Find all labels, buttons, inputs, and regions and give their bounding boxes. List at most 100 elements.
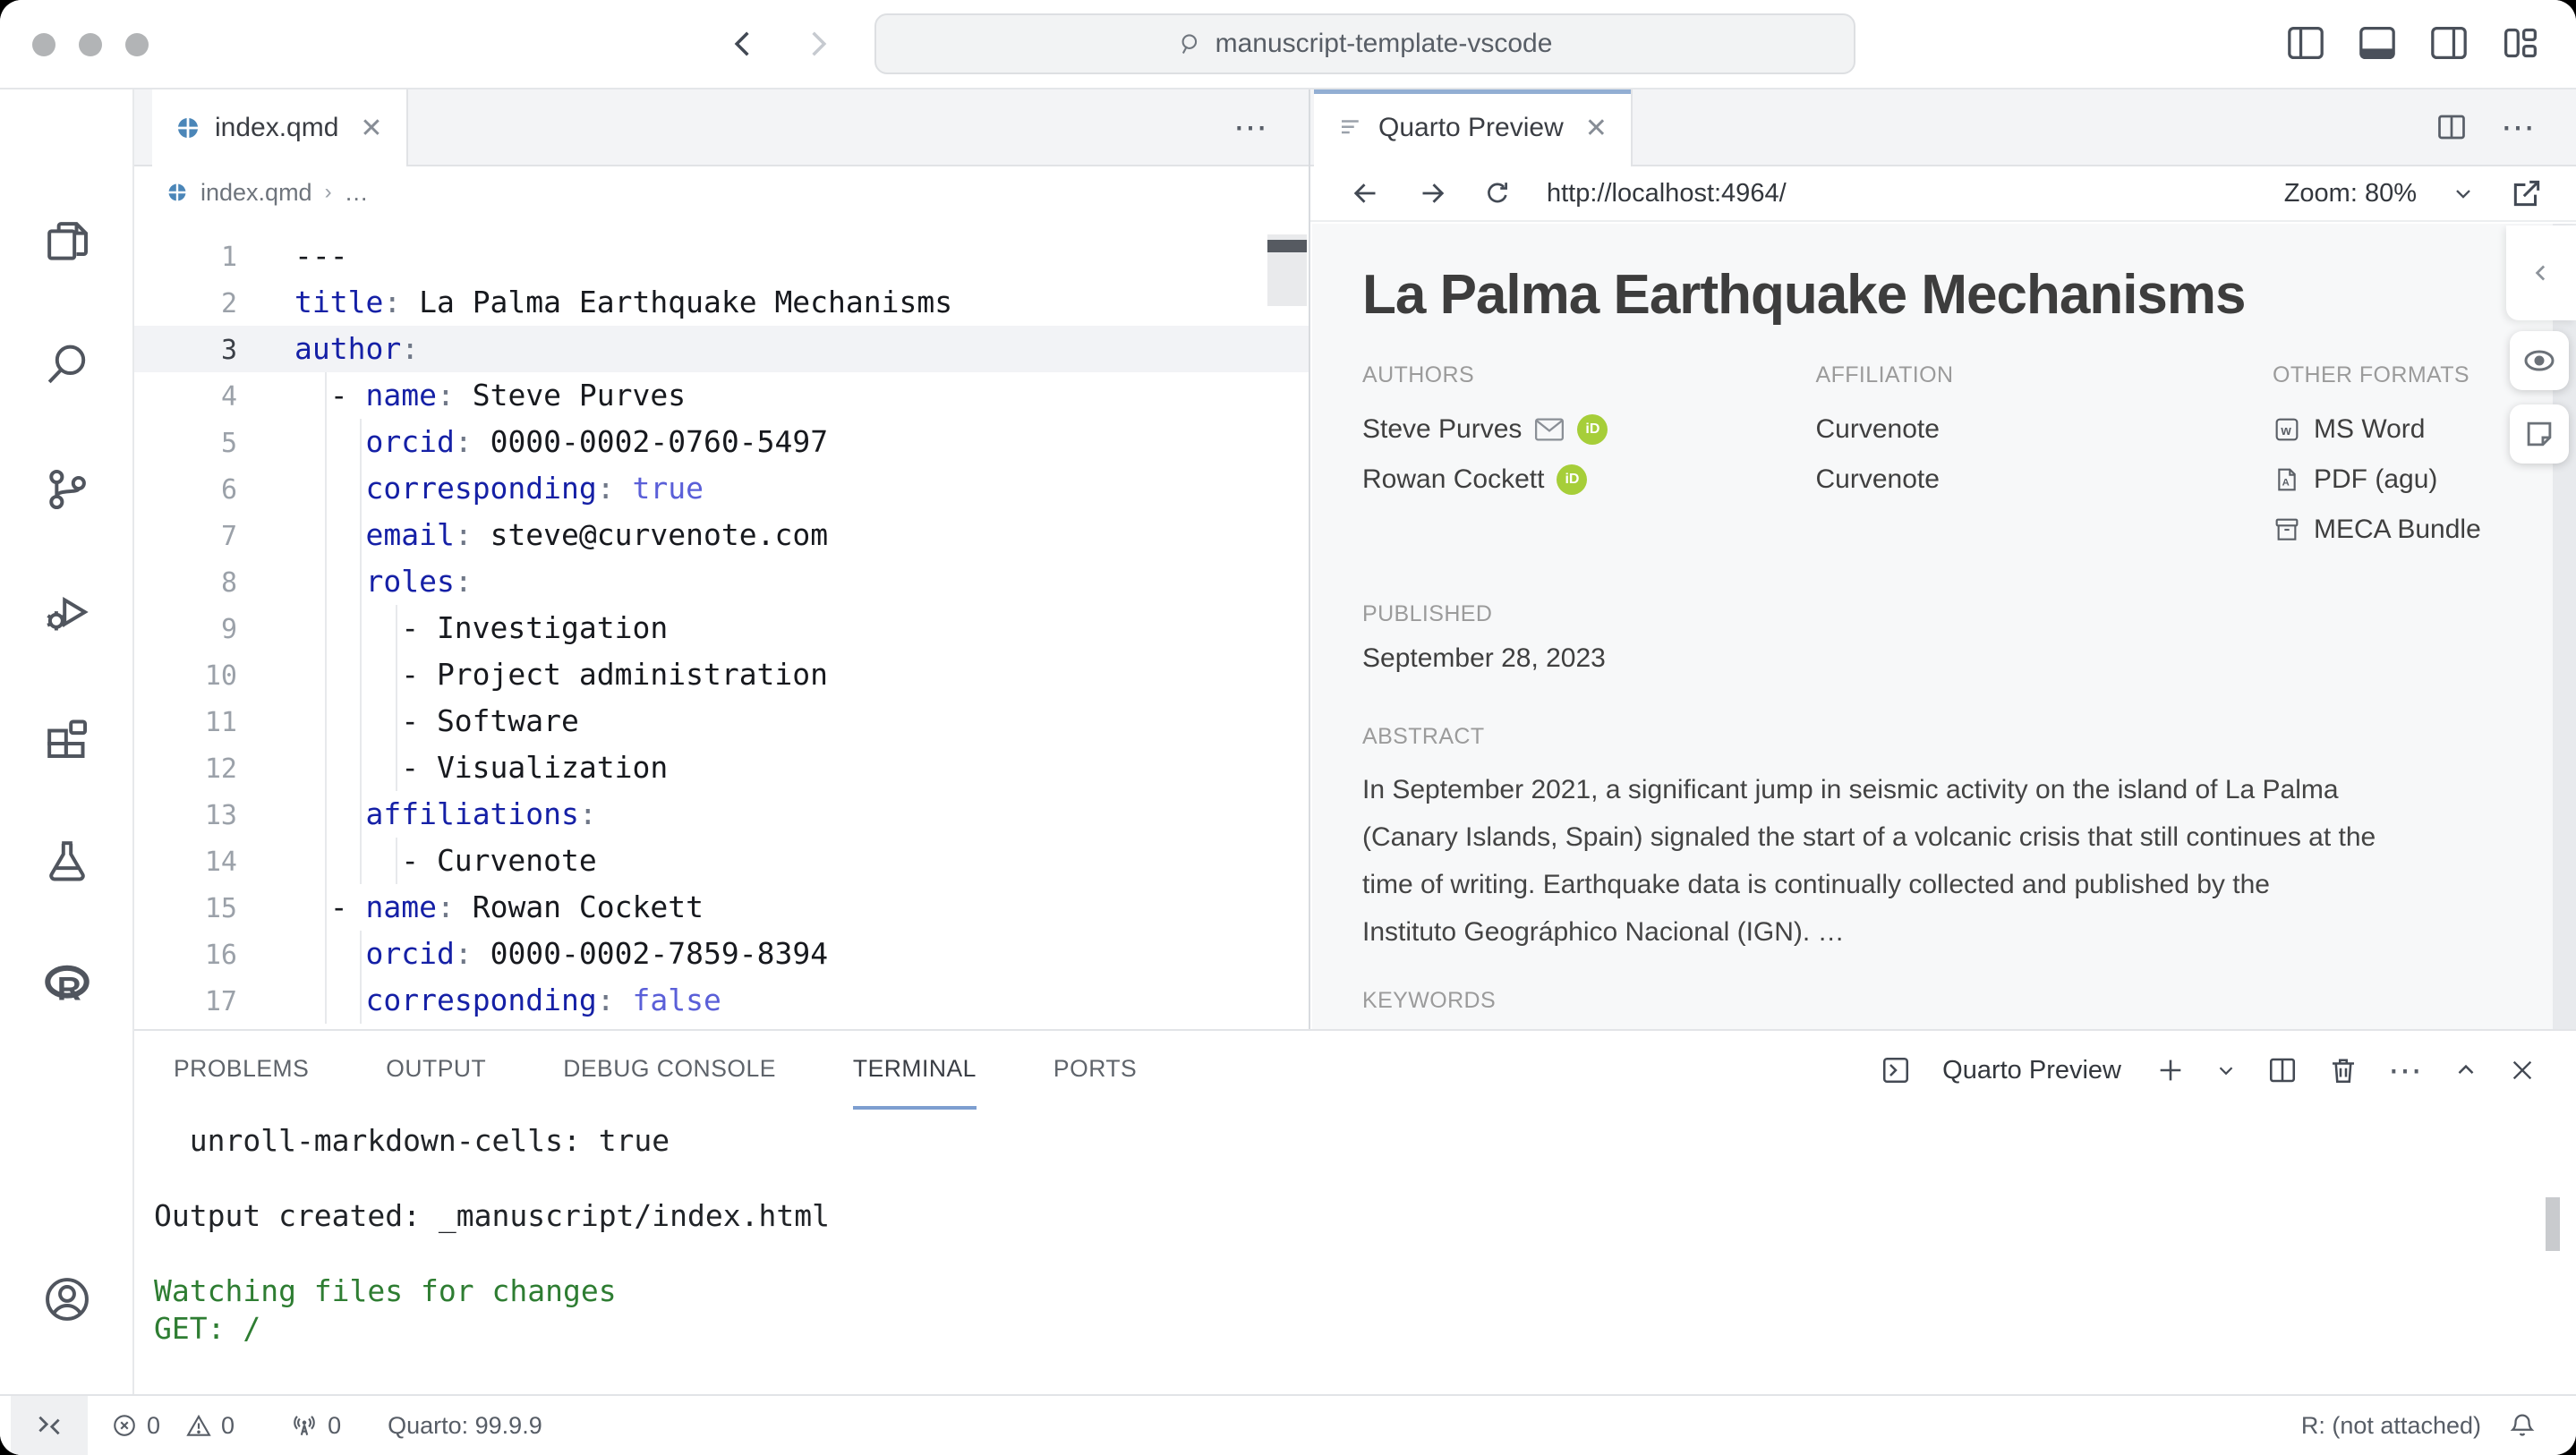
editor-more-actions-icon[interactable]: ⋯ [1233, 107, 1269, 148]
run-debug-icon[interactable] [42, 587, 92, 637]
history-back-icon[interactable] [725, 25, 763, 63]
code-line[interactable]: 5 orcid: 0000-0002-0760-5497 [134, 419, 1309, 465]
close-panel-icon[interactable] [2508, 1056, 2537, 1085]
tab-index-qmd[interactable]: index.qmd ✕ [152, 89, 408, 166]
code-editor[interactable]: 1---2title: La Palma Earthquake Mechanis… [134, 218, 1309, 1024]
line-number: 13 [134, 793, 237, 839]
indent-guide [396, 698, 397, 745]
r-session-status[interactable]: R: (not attached) [2301, 1412, 2481, 1440]
orcid-icon[interactable]: iD [1577, 414, 1608, 445]
accounts-icon[interactable] [42, 1274, 92, 1324]
indent-guide [360, 931, 362, 977]
orcid-icon[interactable]: iD [1557, 464, 1587, 495]
code-line[interactable]: 2title: La Palma Earthquake Mechanisms [134, 279, 1309, 326]
code-line[interactable]: 9 - Investigation [134, 605, 1309, 651]
command-center-search[interactable]: manuscript-template-vscode [874, 13, 1855, 74]
abstract-line: In September 2021, a significant jump in… [1362, 766, 2576, 813]
mail-icon[interactable] [1534, 416, 1565, 443]
testing-beaker-icon[interactable] [42, 836, 92, 886]
zoom-select[interactable]: Zoom: 80% [2284, 179, 2417, 208]
indent-guide [325, 884, 327, 931]
chevron-down-icon[interactable] [2451, 181, 2476, 206]
breadcrumb-more[interactable]: … [345, 179, 369, 207]
format-link[interactable]: MECA Bundle [2273, 505, 2576, 555]
source-control-icon[interactable] [42, 464, 92, 515]
affiliation-value: Curvenote [1816, 455, 2273, 505]
remote-indicator[interactable] [11, 1396, 88, 1455]
published-label: PUBLISHED [1362, 601, 2576, 627]
terminal-scrollbar-thumb[interactable] [2546, 1197, 2560, 1251]
problems-status[interactable]: 0 0 [111, 1412, 235, 1440]
maximize-panel-chevron-icon[interactable] [2452, 1057, 2479, 1084]
code-line[interactable]: 8 roles: [134, 558, 1309, 605]
code-line[interactable]: 15 - name: Rowan Cockett [134, 884, 1309, 931]
r-lang-icon[interactable]: R [42, 959, 92, 1009]
code-lines: 1---2title: La Palma Earthquake Mechanis… [134, 233, 1309, 1024]
tab-output[interactable]: OUTPUT [386, 1031, 486, 1110]
status-bar: 0 0 0 Quarto: 99.9.9 R: (not attached) [0, 1394, 2576, 1455]
breadcrumb[interactable]: index.qmd › … [134, 166, 1309, 218]
reload-icon[interactable] [1482, 178, 1513, 208]
terminal-output[interactable]: unroll-markdown-cells: true Output creat… [134, 1110, 2576, 1348]
open-external-icon[interactable] [2510, 176, 2544, 210]
code-line[interactable]: 12 - Visualization [134, 745, 1309, 791]
tab-terminal[interactable]: TERMINAL [853, 1031, 977, 1110]
close-window-button[interactable] [32, 33, 55, 56]
new-terminal-icon[interactable] [2155, 1055, 2186, 1085]
split-editor-icon[interactable] [2435, 111, 2469, 143]
extensions-icon[interactable] [42, 712, 92, 762]
preview-more-actions-icon[interactable]: ⋯ [2501, 107, 2537, 148]
close-tab-icon[interactable]: ✕ [1585, 113, 1608, 144]
terminal-instance-label[interactable]: Quarto Preview [1942, 1056, 2121, 1085]
tab-ports[interactable]: PORTS [1053, 1031, 1137, 1110]
code-line[interactable]: 11 - Software [134, 698, 1309, 745]
warning-triangle-icon [185, 1412, 212, 1439]
tab-debug-console[interactable]: DEBUG CONSOLE [563, 1031, 776, 1110]
quarto-version-status[interactable]: Quarto: 99.9.9 [388, 1412, 542, 1440]
code-line[interactable]: 17 corresponding: false [134, 977, 1309, 1024]
code-line[interactable]: 13 affiliations: [134, 791, 1309, 838]
breadcrumb-file[interactable]: index.qmd [200, 179, 312, 207]
code-line[interactable]: 6 corresponding: true [134, 465, 1309, 512]
bell-icon[interactable] [2508, 1411, 2537, 1440]
history-forward-icon[interactable] [798, 25, 836, 63]
minimize-window-button[interactable] [79, 33, 102, 56]
author-name: Rowan Cockett [1362, 464, 1544, 495]
terminal-dropdown-chevron-icon[interactable] [2214, 1059, 2238, 1082]
forward-icon[interactable] [1416, 177, 1448, 209]
tab-quarto-preview[interactable]: Quarto Preview ✕ [1314, 89, 1633, 166]
code-line[interactable]: 16 orcid: 0000-0002-7859-8394 [134, 931, 1309, 977]
activity-bar: R [0, 89, 134, 1394]
back-icon[interactable] [1350, 177, 1382, 209]
search-view-icon[interactable] [42, 339, 92, 389]
close-tab-icon[interactable]: ✕ [360, 113, 382, 144]
code-line[interactable]: 10 - Project administration [134, 651, 1309, 698]
indent-guide [360, 745, 362, 791]
chevron-right-icon: › [325, 180, 332, 205]
preview-url[interactable]: http://localhost:4964/ [1547, 179, 1787, 208]
kill-terminal-trash-icon[interactable] [2327, 1054, 2359, 1086]
toggle-secondary-sidebar-icon[interactable] [2429, 25, 2469, 61]
editor-scrollbar-thumb[interactable] [1267, 240, 1307, 252]
panel-more-actions-icon[interactable]: ⋯ [2388, 1051, 2424, 1091]
ports-status[interactable]: 0 [290, 1411, 341, 1440]
code-line[interactable]: 4 - name: Steve Purves [134, 372, 1309, 419]
code-line[interactable]: 7 email: steve@curvenote.com [134, 512, 1309, 558]
customize-layout-icon[interactable] [2501, 25, 2540, 61]
indent-guide [360, 512, 362, 558]
terminal-line [154, 1235, 2576, 1272]
line-number: 6 [134, 467, 237, 514]
code-line[interactable]: 14 - Curvenote [134, 838, 1309, 884]
zoom-window-button[interactable] [125, 33, 149, 56]
sidebar-collapse-flap[interactable] [2506, 225, 2576, 320]
code-line[interactable]: 3author: [134, 326, 1309, 372]
toggle-panel-icon[interactable] [2358, 25, 2397, 61]
toggle-primary-sidebar-icon[interactable] [2286, 25, 2325, 61]
split-terminal-icon[interactable] [2266, 1054, 2299, 1086]
annotation-note-button[interactable] [2510, 404, 2569, 464]
explorer-icon[interactable] [42, 217, 92, 267]
line-number: 7 [134, 514, 237, 560]
code-line[interactable]: 1--- [134, 233, 1309, 279]
tab-problems[interactable]: PROBLEMS [174, 1031, 309, 1110]
highlights-eye-button[interactable] [2510, 331, 2569, 390]
